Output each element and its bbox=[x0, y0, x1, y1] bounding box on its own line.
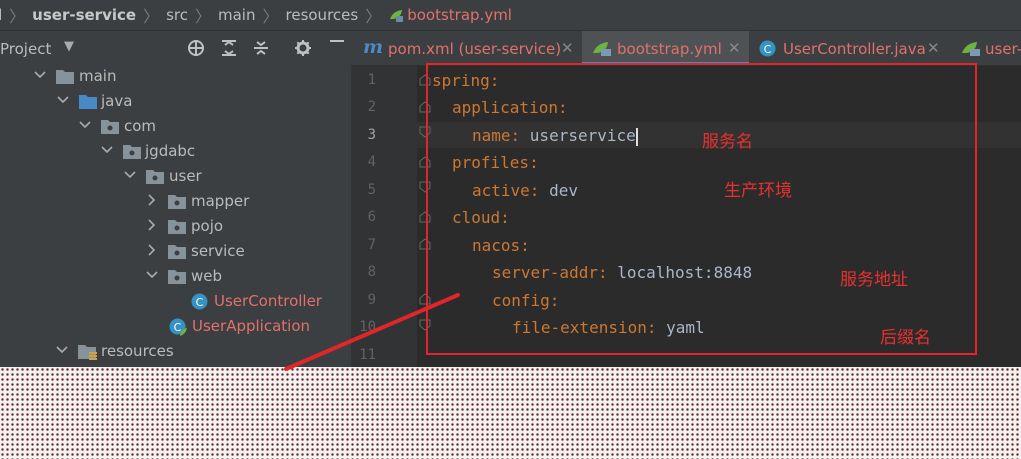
annotation-arrow bbox=[284, 293, 460, 371]
